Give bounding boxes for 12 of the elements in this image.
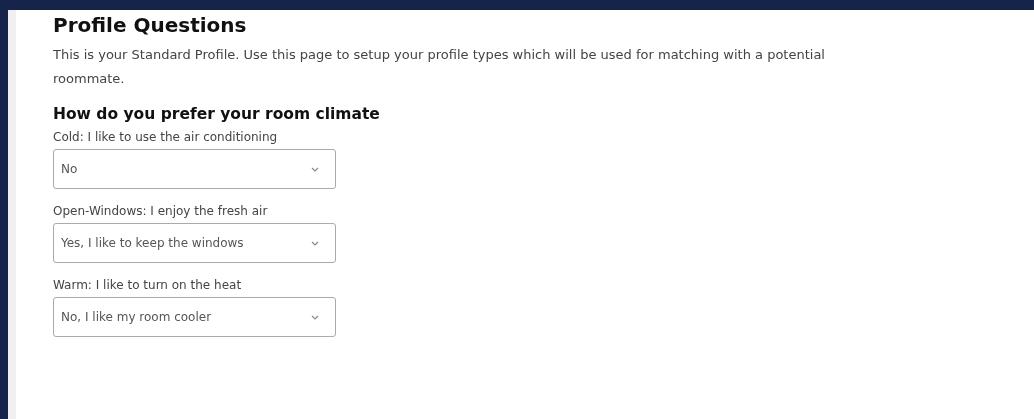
question-label: Cold: I like to use the air conditioning (53, 129, 279, 146)
intro-text: This is your Standard Profile. Use this page to setup your profile types which will be used for matching with a potential roommate. (53, 46, 826, 88)
chevron-icon (311, 166, 319, 172)
section-heading: How do you prefer your room climate (53, 105, 381, 123)
dropdown[interactable]: Yes, I like to keep the windows (53, 223, 336, 263)
question-label: Open-Windows: I enjoy the fresh air (53, 203, 269, 220)
chevron-icon (311, 314, 319, 320)
dropdown[interactable]: No, I like my room cooler (53, 297, 336, 337)
question-label: Warm: I like to turn on the heat (53, 277, 243, 294)
dropdown[interactable]: No (53, 149, 336, 189)
chevron-icon (311, 240, 319, 246)
page-title: Profile Questions (53, 13, 248, 37)
